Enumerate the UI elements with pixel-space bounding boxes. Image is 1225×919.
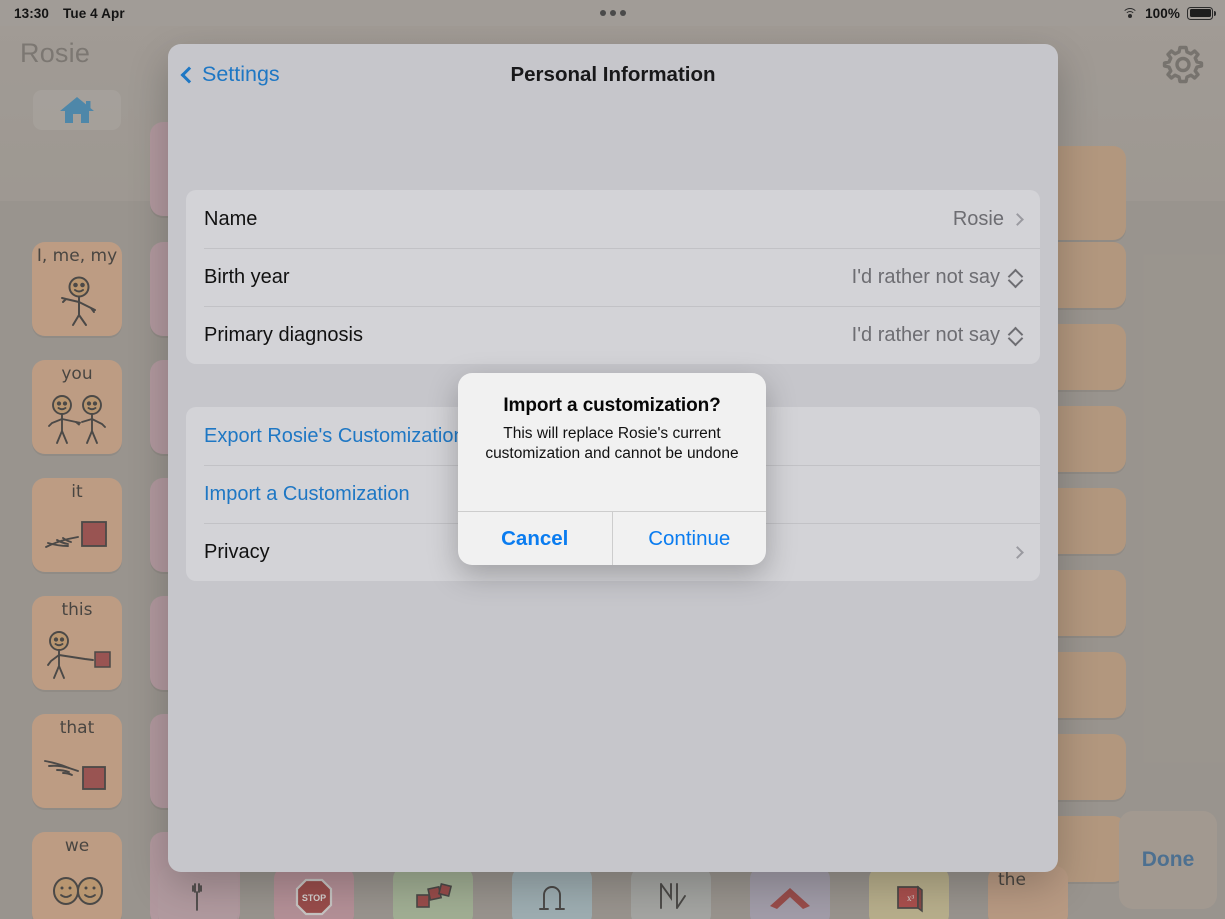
row-label: Birth year: [204, 265, 290, 288]
multitask-dots-icon[interactable]: [599, 10, 626, 16]
sheet-navigation-bar: Settings Personal Information: [168, 44, 1058, 110]
row-label: Import a Customization: [204, 482, 410, 505]
continue-button-label: Continue: [648, 526, 731, 550]
import-confirmation-alert: Import a customization? This will replac…: [458, 373, 766, 565]
row-value-group: I'd rather not say: [852, 266, 1022, 289]
row-label: Name: [204, 207, 258, 230]
chevron-up-down-icon: [1009, 269, 1022, 286]
row-value-group: I'd rather not say: [852, 324, 1022, 347]
alert-body: Import a customization? This will replac…: [458, 373, 766, 511]
chevron-up-down-icon: [1009, 327, 1022, 344]
row-value: I'd rather not say: [851, 323, 1000, 346]
battery-full-icon: [1187, 6, 1216, 20]
row-label: Privacy: [204, 540, 270, 563]
alert-title: Import a customization?: [503, 395, 721, 416]
row-value-group: [1011, 545, 1024, 559]
row-value: I'd rather not say: [851, 265, 1000, 288]
row-value: Rosie: [952, 207, 1004, 230]
alert-button-row: Cancel Continue: [458, 511, 766, 565]
row-label: Export Rosie's Customization: [204, 424, 465, 447]
cancel-button-label: Cancel: [501, 526, 569, 550]
chevron-right-icon: [1011, 545, 1024, 559]
status-time: 13:30: [14, 5, 50, 21]
battery-percent: 100%: [1145, 5, 1180, 21]
personal-info-card: Name Rosie Birth year I'd rather not say…: [186, 190, 1040, 364]
status-right-group: 100%: [1121, 5, 1216, 21]
row-label: Primary diagnosis: [204, 323, 363, 346]
row-name[interactable]: Name Rosie: [186, 190, 1040, 248]
continue-button[interactable]: Continue: [613, 512, 767, 565]
status-date: Tue 4 Apr: [63, 5, 125, 21]
status-bar: 13:30 Tue 4 Apr 100%: [0, 0, 1225, 26]
row-birth-year[interactable]: Birth year I'd rather not say: [186, 248, 1040, 306]
wifi-icon: [1121, 7, 1138, 20]
alert-message: This will replace Rosie's current custom…: [485, 425, 739, 463]
cancel-button[interactable]: Cancel: [458, 512, 613, 565]
chevron-right-icon: [1011, 212, 1024, 226]
row-primary-diagnosis[interactable]: Primary diagnosis I'd rather not say: [186, 306, 1040, 364]
page-title: Personal Information: [510, 63, 716, 86]
ipad-screen: Rosie I, me, my you it this that we STOP…: [0, 0, 1225, 919]
row-value-group: Rosie: [952, 207, 1024, 231]
